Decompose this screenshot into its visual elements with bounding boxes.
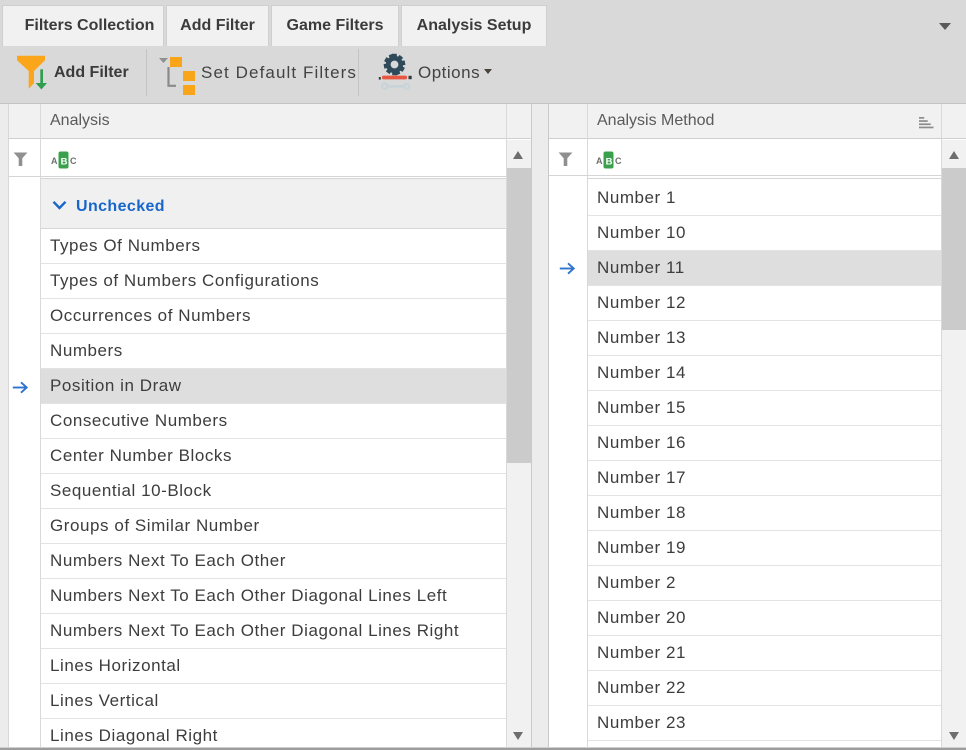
- svg-text:C: C: [615, 156, 622, 166]
- svg-text:C: C: [70, 156, 77, 166]
- svg-text:B: B: [606, 156, 613, 167]
- svg-text:A: A: [51, 156, 58, 166]
- svg-text:B: B: [61, 156, 68, 167]
- svg-text:A: A: [596, 156, 603, 166]
